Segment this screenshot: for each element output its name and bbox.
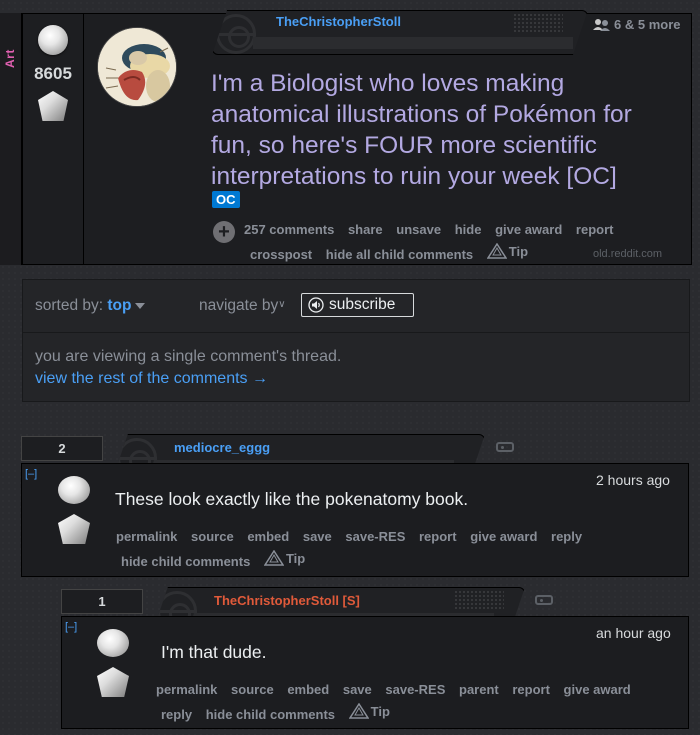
- save-link[interactable]: save: [343, 682, 372, 697]
- sort-dropdown[interactable]: sorted by: top: [35, 297, 146, 315]
- post-buttons-line1: 257 comments share unsave hide give awar…: [244, 222, 623, 237]
- post-vote-column: 8605: [22, 13, 84, 265]
- collapse-toggle[interactable]: [–]: [25, 468, 37, 480]
- tab-dots: [513, 13, 563, 33]
- save-res-link[interactable]: save-RES: [345, 529, 405, 544]
- hide-all-child-comments-link[interactable]: hide all child comments: [326, 247, 473, 262]
- menu-divider: [22, 332, 690, 333]
- give-award-link[interactable]: give award: [495, 222, 562, 237]
- report-link[interactable]: report: [512, 682, 550, 697]
- comment-buttons-line1: permalink source embed save save-RES par…: [156, 682, 641, 697]
- comment-time: an hour ago: [596, 625, 671, 641]
- more-label: & 5 more: [624, 17, 681, 32]
- tip-link[interactable]: Tip: [348, 703, 390, 719]
- collapse-toggle[interactable]: [–]: [65, 621, 77, 633]
- embed-link[interactable]: embed: [247, 529, 289, 544]
- comment-time: 2 hours ago: [596, 472, 670, 488]
- tag-icon[interactable]: [496, 442, 514, 452]
- pokeball-upvote-icon[interactable]: [58, 476, 90, 504]
- post-thumbnail[interactable]: [97, 27, 177, 107]
- comment-author-link[interactable]: TheChristopherStoll [S]: [214, 593, 360, 608]
- gem-downvote-icon[interactable]: [38, 91, 68, 121]
- tab-dots: [454, 590, 504, 610]
- subreddit-tag: Art: [3, 49, 17, 68]
- triangle-tip-icon: [486, 243, 507, 259]
- tab-stripe: [253, 37, 573, 49]
- comment-buttons-line2: hide child comments Tip: [121, 550, 315, 569]
- give-award-link[interactable]: give award: [470, 529, 537, 544]
- more-authors-link[interactable]: 6 & 5 more: [592, 17, 681, 32]
- comments-link[interactable]: 257 comments: [244, 222, 334, 237]
- tip-label: Tip: [370, 703, 390, 719]
- post-score: 8605: [34, 64, 72, 83]
- reply-link[interactable]: reply: [551, 529, 582, 544]
- navigate-by-dropdown[interactable]: navigate by∨: [199, 297, 286, 315]
- tip-label: Tip: [508, 243, 529, 259]
- double-chevron-icon: ∨: [278, 299, 286, 310]
- chevron-down-icon: [135, 302, 146, 309]
- subreddit-side-strip: Art: [0, 13, 22, 265]
- post-author-link[interactable]: TheChristopherStoll: [276, 14, 401, 29]
- view-rest-comments-link[interactable]: view the rest of the comments →: [35, 370, 268, 388]
- post-buttons-line2: crosspost hide all child comments Tip: [250, 243, 538, 262]
- comment-score-box: 2: [21, 436, 103, 461]
- permalink-link[interactable]: permalink: [156, 682, 217, 697]
- hide-child-comments-link[interactable]: hide child comments: [121, 554, 250, 569]
- reply-link[interactable]: reply: [161, 707, 192, 722]
- comment-author-link[interactable]: mediocre_eggg: [174, 440, 270, 455]
- cyndaquil-anatomy-illustration: [98, 28, 176, 106]
- share-link[interactable]: share: [348, 222, 383, 237]
- comment-text: I'm that dude.: [161, 642, 267, 662]
- parent-link[interactable]: parent: [459, 682, 499, 697]
- save-res-link[interactable]: save-RES: [385, 682, 445, 697]
- triangle-tip-icon: [348, 703, 369, 719]
- post-title[interactable]: I'm a Biologist who loves making anatomi…: [211, 68, 671, 192]
- post-flair: OC: [212, 191, 240, 208]
- tag-icon[interactable]: [535, 595, 553, 605]
- subscribe-label: subscribe: [329, 296, 396, 313]
- pokeball-upvote-icon[interactable]: [97, 629, 129, 657]
- comment-score-box: 1: [61, 589, 143, 614]
- report-link[interactable]: report: [576, 222, 614, 237]
- tip-link[interactable]: Tip: [486, 243, 529, 259]
- report-link[interactable]: report: [419, 529, 457, 544]
- comment-text: These look exactly like the pokenatomy b…: [115, 489, 469, 509]
- post-domain: old.reddit.com: [593, 248, 663, 260]
- navigate-label: navigate by: [199, 297, 279, 314]
- give-award-link[interactable]: give award: [564, 682, 631, 697]
- hide-child-comments-link[interactable]: hide child comments: [206, 707, 335, 722]
- more-count: 6: [614, 17, 622, 32]
- comment-buttons-line2: reply hide child comments Tip: [161, 703, 400, 722]
- source-link[interactable]: source: [191, 529, 234, 544]
- single-thread-note: you are viewing a single comment's threa…: [35, 348, 342, 365]
- users-icon: [593, 19, 610, 31]
- hide-link[interactable]: hide: [455, 222, 482, 237]
- tip-label: Tip: [285, 550, 306, 566]
- pokeball-upvote-icon[interactable]: [38, 25, 68, 55]
- crosspost-link[interactable]: crosspost: [250, 247, 312, 262]
- unsave-link[interactable]: unsave: [396, 222, 441, 237]
- save-link[interactable]: save: [303, 529, 332, 544]
- sort-label: sorted by:: [35, 297, 104, 314]
- triangle-tip-icon: [263, 550, 284, 566]
- comment-buttons-line1: permalink source embed save save-RES rep…: [116, 529, 592, 544]
- source-link[interactable]: source: [231, 682, 274, 697]
- permalink-link[interactable]: permalink: [116, 529, 177, 544]
- sort-value[interactable]: top: [107, 297, 131, 314]
- tip-link[interactable]: Tip: [263, 550, 306, 566]
- speaker-icon: [308, 297, 324, 313]
- subscribe-button[interactable]: subscribe: [301, 293, 414, 317]
- embed-link[interactable]: embed: [287, 682, 329, 697]
- plus-circle-icon[interactable]: +: [213, 221, 235, 243]
